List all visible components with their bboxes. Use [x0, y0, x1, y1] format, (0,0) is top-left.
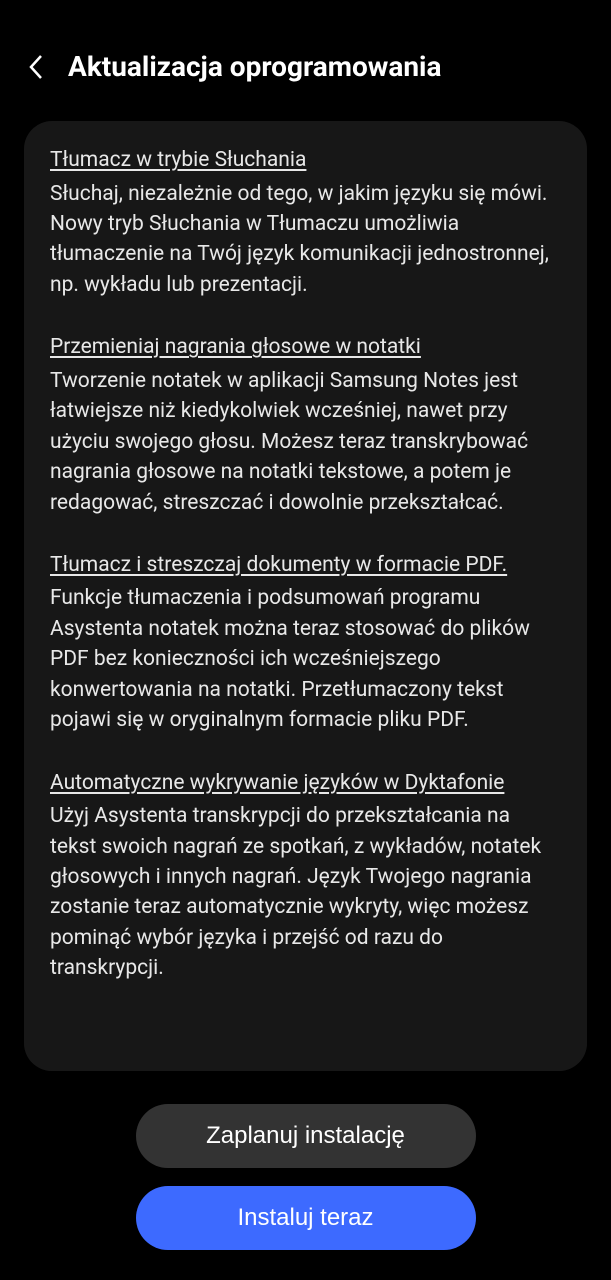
changelog-content[interactable]: Tłumacz w trybie Słuchania Słuchaj, niez… — [24, 121, 587, 1071]
changelog-section: Tłumacz i streszczaj dokumenty w formaci… — [50, 550, 561, 736]
schedule-install-button[interactable]: Zaplanuj instalację — [136, 1104, 476, 1168]
section-body: Tworzenie notatek w aplikacji Samsung No… — [50, 366, 561, 518]
install-now-button[interactable]: Instaluj teraz — [136, 1186, 476, 1250]
page-title: Aktualizacja oprogramowania — [68, 50, 441, 83]
section-heading: Automatyczne wykrywanie języków w Dyktaf… — [50, 768, 561, 800]
footer: Zaplanuj instalację Instaluj teraz — [0, 1104, 611, 1250]
changelog-section: Tłumacz w trybie Słuchania Słuchaj, niez… — [50, 145, 561, 300]
section-body: Funkcje tłumaczenia i podsumowań program… — [50, 583, 561, 735]
section-body: Słuchaj, niezależnie od tego, w jakim ję… — [50, 179, 561, 301]
section-heading: Przemieniaj nagrania głosowe w notatki — [50, 332, 561, 364]
section-body: Użyj Asystenta transkrypcji do przekszta… — [50, 801, 561, 984]
section-heading: Tłumacz w trybie Słuchania — [50, 145, 561, 177]
header: Aktualizacja oprogramowania — [0, 0, 611, 103]
changelog-section: Automatyczne wykrywanie języków w Dyktaf… — [50, 768, 561, 984]
back-icon[interactable] — [24, 55, 48, 79]
section-heading: Tłumacz i streszczaj dokumenty w formaci… — [50, 550, 561, 582]
changelog-section: Przemieniaj nagrania głosowe w notatki T… — [50, 332, 561, 518]
